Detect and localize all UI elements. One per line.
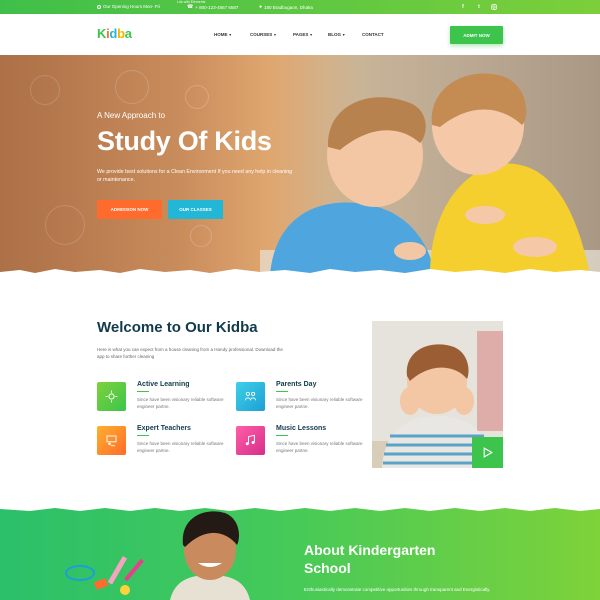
phone-text: + 800-123-4567 6587 <box>195 4 239 10</box>
about-section: About Kindergarten School Enthusiastical… <box>0 505 600 600</box>
our-classes-button[interactable]: OUR CLASSES <box>168 200 223 219</box>
instagram-icon[interactable] <box>489 2 499 12</box>
torn-paper-divider <box>0 269 600 278</box>
nav-blog-label: BLOG <box>328 32 341 37</box>
twitter-icon[interactable]: t <box>474 2 484 12</box>
kidba-logo[interactable]: Kidba <box>97 26 132 41</box>
nav-blog[interactable]: BLOG ▼ <box>328 32 362 37</box>
family-icon <box>244 391 257 401</box>
top-bar: Lds with Elements Our Opening Hours Mon-… <box>0 0 600 14</box>
expert-teachers-card-icon <box>97 426 126 455</box>
torn-paper-divider <box>0 505 600 511</box>
feature-description: Since have been visionary reliable softw… <box>276 441 363 453</box>
feature-title: Expert Teachers <box>137 425 191 437</box>
feature-description: Since have been visionary reliable softw… <box>276 397 363 409</box>
nav-home[interactable]: HOME ▼ <box>214 32 250 37</box>
toys-decoration <box>65 556 144 595</box>
logo-letter: d <box>109 26 118 41</box>
about-title-line: About Kindergarten <box>304 542 436 558</box>
feature-title: Music Lessons <box>276 425 327 437</box>
music-lessons-card-icon <box>236 426 265 455</box>
active-learning-card-icon <box>97 382 126 411</box>
about-title-line: School <box>304 560 351 576</box>
about-title: About Kindergarten School <box>304 541 504 577</box>
address-text: 180 Bradbugaon, Dhaka <box>264 4 313 10</box>
phone-info[interactable]: ☎ + 800-123-4567 6587 <box>187 4 238 10</box>
chevron-down-icon: ▼ <box>309 32 313 37</box>
nav-contact-label: CONTACT <box>362 32 384 37</box>
clock-icon <box>97 4 101 9</box>
play-video-button[interactable] <box>472 437 503 468</box>
hero-description: We provide best solutions for a Clean En… <box>97 169 293 183</box>
parents-day-card-icon <box>236 382 265 411</box>
nav-home-label: HOME <box>214 32 228 37</box>
teacher-icon <box>106 435 117 447</box>
admit-now-button[interactable]: ADMIT NOW <box>450 26 503 44</box>
logo-letter: K <box>97 26 107 41</box>
sun-icon <box>105 390 118 403</box>
logo-letter: a <box>124 26 132 41</box>
site-header: Kidba HOME ▼ COURSES ▼ PAGES ▼ BLOG ▼ CONTAC… <box>0 14 600 55</box>
nav-pages-label: PAGES <box>293 32 309 37</box>
chevron-down-icon: ▼ <box>228 32 232 37</box>
opening-hours: Our Opening Hours Mon- Fri <box>97 4 160 9</box>
hero-kids-photo <box>260 73 600 275</box>
hero-banner: A New Approach to Study Of Kids We provi… <box>0 55 600 275</box>
hero-subtitle: A New Approach to <box>97 111 166 120</box>
main-nav: HOME ▼ COURSES ▼ PAGES ▼ BLOG ▼ CONTACT <box>214 32 384 37</box>
feature-description: Since have been visionary reliable softw… <box>137 397 224 409</box>
nav-courses-label: COURSES <box>250 32 273 37</box>
welcome-title: Welcome to Our Kidba <box>97 319 258 336</box>
about-description: Enthusiastically demonstrate competitive… <box>304 587 491 592</box>
facebook-icon[interactable]: f <box>458 2 468 12</box>
nav-courses[interactable]: COURSES ▼ <box>250 32 293 37</box>
address-info: ● 180 Bradbugaon, Dhaka <box>259 4 313 10</box>
hero-title: Study Of Kids <box>97 126 272 156</box>
feature-title: Parents Day <box>276 381 317 393</box>
feature-title: Active Learning <box>137 381 190 393</box>
feature-description: Since have been visionary reliable softw… <box>137 441 224 453</box>
admission-now-button[interactable]: ADMISSION NOW <box>97 200 162 219</box>
location-pin-icon: ● <box>259 4 263 10</box>
logo-letter: b <box>117 26 125 41</box>
chevron-down-icon: ▼ <box>273 32 277 37</box>
welcome-description: Here is what you can expect from a house… <box>97 347 283 359</box>
chevron-down-icon: ▼ <box>342 32 346 37</box>
phone-icon: ☎ <box>187 4 194 10</box>
nav-pages[interactable]: PAGES ▼ <box>293 32 328 37</box>
music-icon <box>245 434 255 446</box>
play-icon <box>483 447 493 458</box>
boy-photo <box>170 511 250 600</box>
nav-contact[interactable]: CONTACT <box>362 32 384 37</box>
opening-hours-text: Our Opening Hours Mon- Fri <box>103 4 161 9</box>
